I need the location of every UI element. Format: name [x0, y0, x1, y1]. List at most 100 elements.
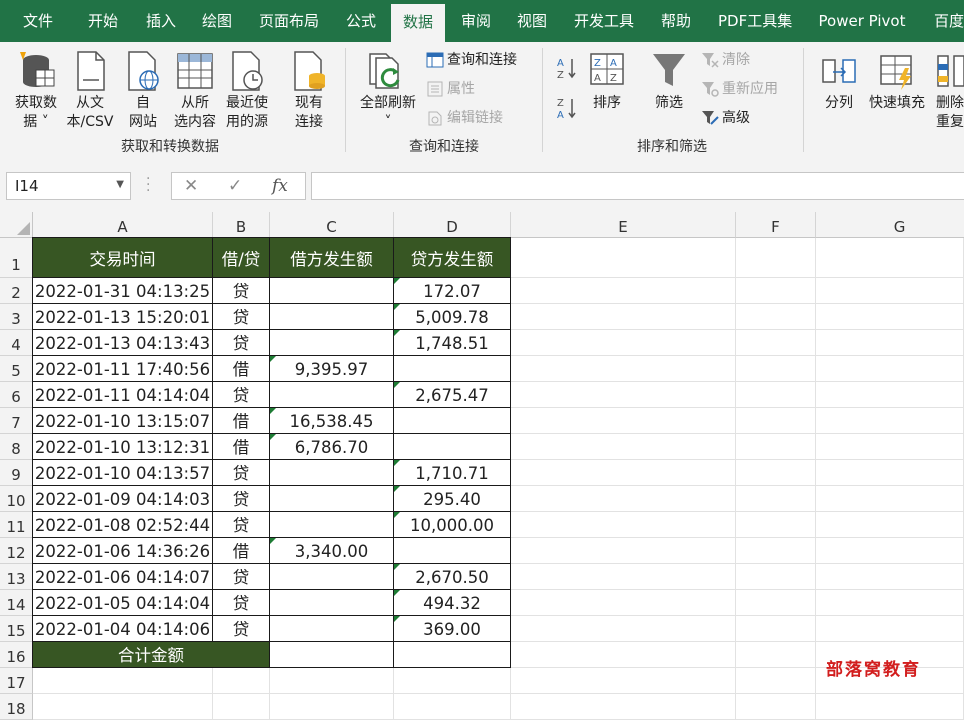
table-cell[interactable] — [269, 303, 394, 330]
row-header[interactable]: 12 — [0, 538, 33, 564]
table-cell[interactable] — [269, 511, 394, 538]
edit-links-button[interactable]: 编辑链接 — [426, 108, 503, 128]
row-header[interactable]: 10 — [0, 486, 33, 512]
cell[interactable] — [511, 382, 736, 408]
cell[interactable] — [736, 434, 816, 460]
table-cell[interactable]: 2022-01-13 15:20:01 — [32, 303, 213, 330]
name-box-dropdown-icon[interactable]: ▼ — [116, 179, 124, 190]
properties-button[interactable]: 属性 — [426, 79, 475, 99]
row-header[interactable]: 5 — [0, 356, 33, 382]
cell[interactable] — [394, 668, 511, 694]
cell[interactable] — [511, 668, 736, 694]
table-header-cell[interactable]: 贷方发生额 — [393, 237, 511, 278]
ribbon-tab[interactable]: 百度 — [931, 0, 964, 42]
cell[interactable] — [816, 694, 964, 720]
table-cell[interactable]: 16,538.45 — [269, 407, 394, 434]
cell[interactable] — [736, 382, 816, 408]
table-cell[interactable]: 借 — [212, 407, 270, 434]
table-cell[interactable]: 贷 — [212, 563, 270, 590]
cell[interactable] — [511, 642, 736, 668]
from-table-range-button[interactable]: 从所 选内容 — [168, 50, 222, 132]
table-cell[interactable] — [269, 277, 394, 304]
cell[interactable] — [736, 694, 816, 720]
table-header-cell[interactable]: 借/贷 — [212, 237, 270, 278]
cell[interactable] — [816, 538, 964, 564]
row-header[interactable]: 3 — [0, 304, 33, 330]
worksheet-grid[interactable]: A B C D E F G 1 2 3 4 5 6 7 8 9 10 11 12 13 14 15 16 17 18 交易时间 借/… — [0, 212, 964, 720]
ribbon-tab[interactable]: 数据 — [391, 4, 445, 42]
cell[interactable] — [511, 356, 736, 382]
row-header[interactable]: 2 — [0, 278, 33, 304]
table-cell[interactable]: 2,670.50 — [393, 563, 511, 590]
cell[interactable] — [816, 356, 964, 382]
cell[interactable] — [270, 668, 394, 694]
cell[interactable] — [816, 486, 964, 512]
cell[interactable] — [511, 304, 736, 330]
table-cell[interactable]: 贷 — [212, 485, 270, 512]
formula-bar-grip-icon[interactable]: · · · — [146, 172, 150, 198]
ribbon-tab[interactable]: 审阅 — [460, 0, 492, 42]
cell[interactable] — [511, 434, 736, 460]
from-web-button[interactable]: 自 网站 — [118, 50, 168, 132]
cell[interactable] — [736, 616, 816, 642]
table-cell[interactable]: 2022-01-31 04:13:25 — [32, 277, 213, 304]
cell[interactable] — [511, 460, 736, 486]
table-cell[interactable]: 2022-01-08 02:52:44 — [32, 511, 213, 538]
cell[interactable] — [736, 330, 816, 356]
table-cell[interactable] — [269, 329, 394, 356]
column-header[interactable]: B — [213, 212, 270, 238]
row-header[interactable]: 9 — [0, 460, 33, 486]
ribbon-tab[interactable]: 帮助 — [660, 0, 692, 42]
flash-fill-button[interactable]: 快速填充 — [864, 50, 930, 113]
cell[interactable] — [511, 512, 736, 538]
cell[interactable] — [511, 486, 736, 512]
table-cell[interactable]: 2022-01-11 04:14:04 — [32, 381, 213, 408]
row-header[interactable]: 17 — [0, 668, 33, 694]
table-cell[interactable]: 369.00 — [393, 615, 511, 642]
cell[interactable] — [736, 460, 816, 486]
table-cell[interactable]: 贷 — [212, 329, 270, 356]
cell[interactable] — [33, 668, 213, 694]
table-cell[interactable]: 借 — [212, 537, 270, 564]
ribbon-tab[interactable]: 开发工具 — [574, 0, 634, 42]
table-cell[interactable]: 2022-01-10 13:15:07 — [32, 407, 213, 434]
cell[interactable] — [736, 278, 816, 304]
cell[interactable] — [33, 694, 213, 720]
cell[interactable] — [736, 538, 816, 564]
ribbon-tab[interactable]: 公式 — [345, 0, 377, 42]
table-cell[interactable]: 贷 — [212, 277, 270, 304]
cell[interactable] — [511, 616, 736, 642]
column-header[interactable]: C — [270, 212, 394, 238]
ribbon-tab[interactable]: 视图 — [516, 0, 548, 42]
total-label-cell[interactable]: 合计金额 — [32, 641, 270, 668]
cell[interactable] — [816, 590, 964, 616]
sort-button[interactable]: Z A A Z 排序 — [584, 50, 630, 113]
table-cell[interactable]: 贷 — [212, 589, 270, 616]
table-cell[interactable]: 2022-01-05 04:14:04 — [32, 589, 213, 616]
cell[interactable] — [511, 408, 736, 434]
enter-icon[interactable]: ✓ — [228, 176, 242, 196]
table-cell[interactable] — [269, 563, 394, 590]
table-cell[interactable]: 6,786.70 — [269, 433, 394, 460]
cell[interactable] — [736, 486, 816, 512]
table-header-cell[interactable]: 借方发生额 — [269, 237, 394, 278]
table-cell[interactable]: 2022-01-06 14:36:26 — [32, 537, 213, 564]
cell[interactable] — [736, 512, 816, 538]
row-header[interactable]: 11 — [0, 512, 33, 538]
ribbon-tab[interactable]: PDF工具集 — [718, 0, 792, 42]
ribbon-tab[interactable]: 页面布局 — [259, 0, 319, 42]
existing-connections-button[interactable]: 现有 连接 — [284, 50, 334, 132]
row-header[interactable]: 15 — [0, 616, 33, 642]
table-cell[interactable]: 2022-01-11 17:40:56 — [32, 355, 213, 382]
cell[interactable] — [736, 590, 816, 616]
ribbon-tab[interactable]: 开始 — [87, 0, 119, 42]
table-cell[interactable] — [269, 485, 394, 512]
cell[interactable] — [511, 238, 736, 278]
ribbon-tab[interactable]: 文件 — [22, 0, 54, 42]
table-cell[interactable] — [393, 537, 511, 564]
insert-function-button[interactable]: fx — [272, 176, 288, 196]
refresh-all-button[interactable]: 全部刷新 ˅ — [354, 50, 422, 132]
row-header[interactable]: 13 — [0, 564, 33, 590]
table-cell[interactable]: 10,000.00 — [393, 511, 511, 538]
table-cell[interactable] — [393, 355, 511, 382]
